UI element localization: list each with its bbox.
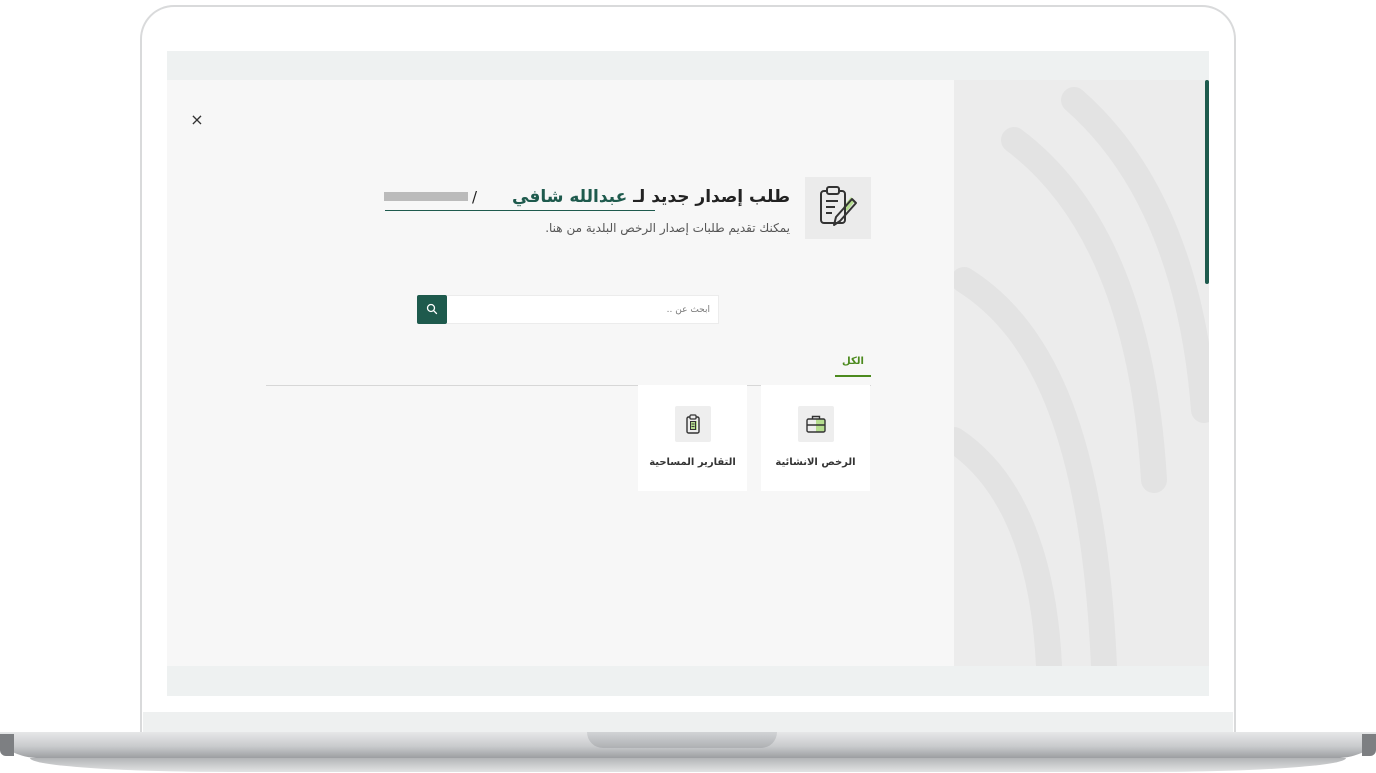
header-icon-box — [805, 177, 871, 239]
page-subtitle: يمكنك تقديم طلبات إصدار الرخص البلدية من… — [545, 221, 790, 235]
card-construction-licenses[interactable]: الرخص الانشائية — [761, 385, 870, 491]
laptop-notch — [587, 732, 777, 748]
search-button[interactable] — [417, 295, 447, 324]
card-label: الرخص الانشائية — [775, 457, 856, 468]
card-icon-box — [798, 406, 834, 442]
page-title: طلب إصدار جديد لـ عبدالله شافي — [290, 187, 790, 211]
active-tab-indicator — [835, 375, 871, 377]
title-underline — [385, 210, 655, 211]
redacted-id — [384, 192, 468, 201]
user-name-link[interactable]: عبدالله شافي — [512, 187, 627, 207]
card-label: التقارير المساحية — [649, 457, 736, 468]
laptop-base-end-right — [1362, 734, 1376, 756]
close-button[interactable]: × — [187, 110, 207, 130]
card-icon-box — [675, 406, 711, 442]
laptop-base-lip — [30, 758, 1346, 772]
tab-all[interactable]: الكل — [835, 356, 871, 367]
app-screen: × طلب إصدار جديد لـ عبدالله شافي / يمكنك… — [167, 51, 1209, 696]
clipboard-edit-icon — [820, 186, 857, 226]
scrollbar-thumb[interactable] — [1205, 80, 1209, 284]
search-input[interactable] — [447, 295, 719, 324]
title-separator: / — [472, 188, 478, 206]
search-icon — [426, 303, 438, 315]
title-prefix: طلب إصدار جديد لـ — [633, 187, 790, 207]
background-watermark-panel — [954, 80, 1209, 666]
briefcase-icon — [806, 415, 826, 433]
laptop-base-end-left — [0, 734, 14, 756]
card-survey-reports[interactable]: التقارير المساحية — [638, 385, 747, 491]
report-clipboard-icon — [686, 414, 700, 434]
palm-watermark-icon — [954, 87, 1209, 666]
screen-bezel — [143, 712, 1233, 732]
new-request-modal: × طلب إصدار جديد لـ عبدالله شافي / يمكنك… — [167, 80, 954, 666]
